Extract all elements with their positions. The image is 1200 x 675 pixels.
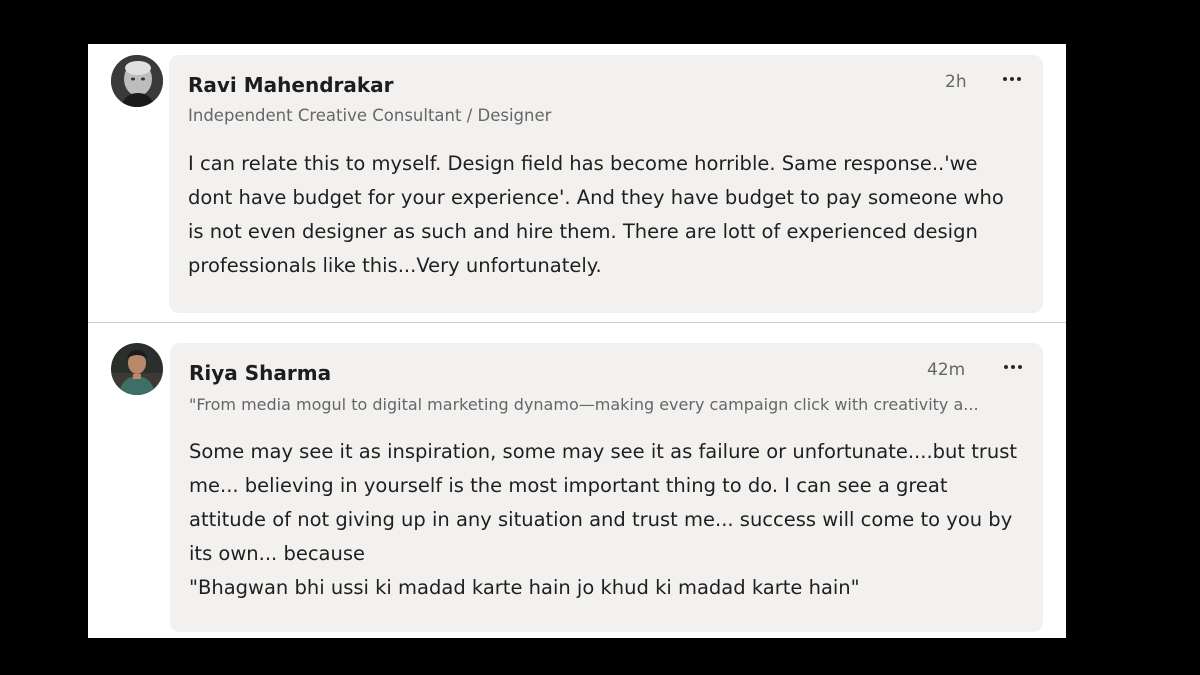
comment-timestamp: 2h: [945, 72, 967, 92]
more-dot-icon: [1017, 77, 1021, 81]
more-dot-icon: [1004, 365, 1008, 369]
comment-riya: Riya Sharma "From media mogul to digital…: [88, 323, 1066, 638]
author-name[interactable]: Riya Sharma: [189, 361, 331, 385]
comment-text-line: I can relate this to myself. Design fiel…: [188, 152, 978, 175]
author-name[interactable]: Ravi Mahendrakar: [188, 73, 394, 97]
avatar[interactable]: [111, 55, 163, 107]
comment-text-line: Some may see it as inspiration, some may…: [189, 440, 1018, 463]
comment-ravi: Ravi Mahendrakar Independent Creative Co…: [88, 44, 1066, 322]
comment-text-line: professionals like this...Very unfortuna…: [188, 254, 602, 277]
author-headline: Independent Creative Consultant / Design…: [188, 106, 552, 125]
comment-timestamp: 42m: [927, 360, 966, 380]
more-dot-icon: [1010, 77, 1014, 81]
comment-text-line: its own... because: [189, 542, 366, 565]
avatar-portrait-icon: [111, 55, 163, 107]
comment-text-line: dont have budget for your experience'. A…: [188, 186, 1004, 209]
more-dot-icon: [1018, 365, 1022, 369]
more-options-button[interactable]: [1000, 67, 1024, 91]
more-dot-icon: [1003, 77, 1007, 81]
comment-text-line: is not even designer as such and hire th…: [188, 220, 978, 243]
avatar[interactable]: [111, 343, 163, 395]
comment-bubble: Ravi Mahendrakar Independent Creative Co…: [169, 55, 1043, 313]
comment-bubble: Riya Sharma "From media mogul to digital…: [170, 343, 1043, 632]
comment-text: Some may see it as inspiration, some may…: [189, 435, 1029, 605]
comments-panel: Ravi Mahendrakar Independent Creative Co…: [88, 44, 1066, 638]
comment-text-line: attitude of not giving up in any situati…: [189, 508, 1013, 531]
more-dot-icon: [1011, 365, 1015, 369]
comment-text: I can relate this to myself. Design fiel…: [188, 147, 1028, 283]
author-headline: "From media mogul to digital marketing d…: [189, 395, 979, 414]
more-options-button[interactable]: [1001, 355, 1025, 379]
avatar-portrait-icon: [111, 343, 163, 395]
comment-text-line: me... believing in yourself is the most …: [189, 474, 948, 497]
comment-text-line: "Bhagwan bhi ussi ki madad karte hain jo…: [189, 576, 860, 599]
